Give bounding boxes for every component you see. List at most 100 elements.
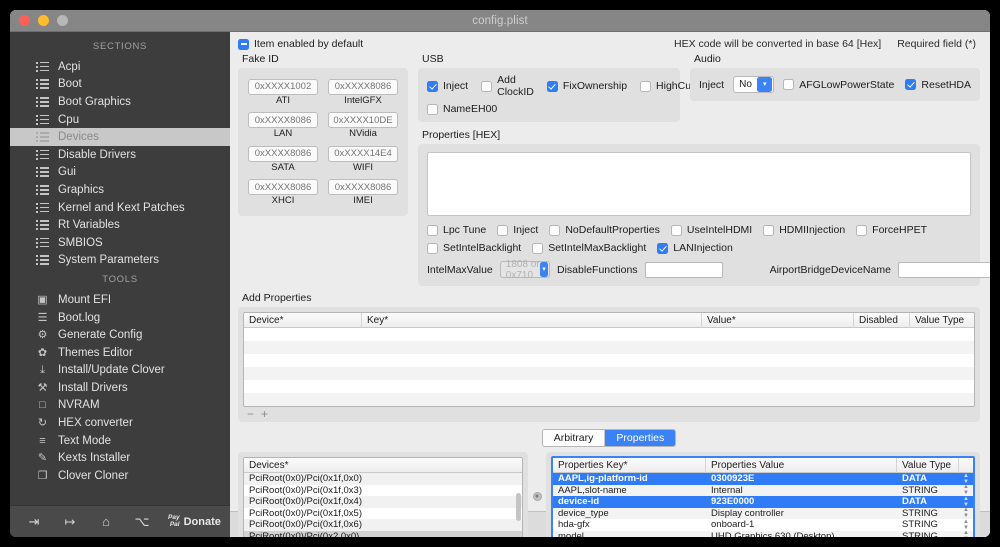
sidebar-item-gui[interactable]: Gui [10, 164, 230, 182]
audio-inject-select[interactable]: No ▾ [733, 76, 775, 93]
import-button[interactable]: ⇥ [16, 506, 52, 538]
column-header-key[interactable]: Key* [362, 313, 702, 328]
usb-inject-checkbox[interactable]: Inject [427, 74, 468, 98]
item-enabled-by-default-checkbox[interactable]: Item enabled by default [238, 38, 363, 50]
column-header-value[interactable]: Value* [702, 313, 854, 328]
sidebar-tool-clover-cloner[interactable]: ❐ Clover Cloner [10, 467, 230, 485]
fake-id-input-xhci[interactable] [248, 179, 318, 195]
sidebar-tool-kexts-installer[interactable]: ✎ Kexts Installer [10, 449, 230, 467]
tab-properties[interactable]: Properties [605, 430, 676, 446]
donate-button[interactable]: Pay Pal Donate [168, 514, 221, 528]
fake-id-input-imei[interactable] [328, 179, 398, 195]
hex-laninjection-checkbox[interactable]: LANInjection [657, 242, 733, 254]
hex-setintelbacklight-checkbox[interactable]: SetIntelBacklight [427, 242, 521, 254]
sidebar-item-graphics[interactable]: Graphics [10, 181, 230, 199]
column-header-value-type[interactable]: Value Type [910, 313, 974, 328]
share-button[interactable]: ⌥ [124, 506, 160, 538]
sidebar-item-smbios[interactable]: SMBIOS [10, 234, 230, 252]
sidebar-item-boot[interactable]: Boot [10, 76, 230, 94]
usb-fixownership-checkbox[interactable]: FixOwnership [546, 74, 627, 98]
audio-afglowpowerstate-checkbox[interactable]: AFGLowPowerState [783, 79, 894, 91]
airport-bridge-input[interactable] [897, 261, 990, 278]
hex-nodefaultproperties-checkbox[interactable]: NoDefaultProperties [549, 224, 660, 236]
hex-hdmiinjection-checkbox[interactable]: HDMIInjection [763, 224, 845, 236]
sidebar-tool-mount-efi[interactable]: ▣ Mount EFI [10, 291, 230, 309]
export-button[interactable]: ↦ [52, 506, 88, 538]
sidebar-item-rt-variables[interactable]: Rt Variables [10, 216, 230, 234]
intel-max-value-select[interactable]: 1808 or 0x710 ▾ [499, 259, 551, 281]
properties-row[interactable]: AAPL,ig-platform-id 0300923E DATA ▲ ▼ [553, 473, 973, 485]
properties-hex-textarea[interactable] [427, 152, 971, 216]
hex-setintelmaxbacklight-checkbox[interactable]: SetIntelMaxBacklight [532, 242, 646, 254]
hex-inject-checkbox[interactable]: Inject [497, 224, 538, 236]
value-type-stepper-icon[interactable]: ▲▼ [959, 519, 973, 531]
table-row[interactable] [244, 341, 974, 354]
sidebar-tool-boot-log[interactable]: ☰ Boot.log [10, 309, 230, 327]
sidebar-tool-install-update-clover[interactable]: ⤓ Install/Update Clover [10, 362, 230, 380]
tab-arbitrary[interactable]: Arbitrary [542, 430, 606, 446]
sidebar-item-cpu[interactable]: Cpu [10, 111, 230, 129]
column-header-disabled[interactable]: Disabled [854, 313, 910, 328]
fake-id-cell-nvidia: NVidia [328, 110, 398, 141]
column-header-device[interactable]: Device* [244, 313, 362, 328]
table-row[interactable] [244, 380, 974, 393]
column-header-value-type[interactable]: Value Type [897, 458, 959, 473]
properties-row[interactable]: model UHD Graphics 630 (Desktop) STRING ▲▼ [553, 530, 973, 537]
sidebar-item-system-parameters[interactable]: System Parameters [10, 252, 230, 270]
device-row[interactable]: PciRoot(0x0)/Pci(0x1f,0x6) [244, 519, 522, 531]
add-property-button[interactable]: + [261, 408, 268, 420]
column-header-properties-value[interactable]: Properties Value [706, 458, 897, 473]
table-row[interactable] [244, 328, 974, 341]
sidebar-item-devices[interactable]: Devices [10, 128, 230, 146]
fake-id-input-lan[interactable] [248, 112, 318, 128]
hex-lpc-tune-checkbox[interactable]: Lpc Tune [427, 224, 486, 236]
sidebar-item-disable-drivers[interactable]: Disable Drivers [10, 146, 230, 164]
sidebar-tool-nvram[interactable]: □ NVRAM [10, 397, 230, 415]
remove-property-button[interactable]: − [247, 408, 254, 420]
sidebar-tool-install-drivers[interactable]: ⚒ Install Drivers [10, 379, 230, 397]
sidebar-item-boot-graphics[interactable]: Boot Graphics [10, 93, 230, 111]
device-row[interactable]: PciRoot(0x0)/Pci(0x2,0x0) [244, 530, 522, 537]
home-button[interactable]: ⌂ [88, 506, 124, 538]
sidebar-tool-text-mode[interactable]: ≡ Text Mode [10, 432, 230, 450]
properties-row[interactable]: hda-gfx onboard-1 STRING ▲ ▼ [553, 519, 973, 531]
device-row[interactable]: PciRoot(0x0)/Pci(0x1f,0x3) [244, 484, 522, 496]
devices-list[interactable]: Devices* PciRoot(0x0)/Pci(0x1f,0x0) PciRo… [243, 457, 523, 537]
device-row[interactable]: PciRoot(0x0)/Pci(0x1f,0x4) [244, 496, 522, 508]
usb-nameeh00-checkbox[interactable]: NameEH00 [427, 103, 497, 115]
checkbox-box [427, 224, 438, 236]
sidebar-item-acpi[interactable]: Acpi [10, 58, 230, 76]
table-row[interactable] [244, 354, 974, 367]
table-row[interactable] [244, 367, 974, 380]
sidebar-item-kernel-and-kext-patches[interactable]: Kernel and Kext Patches [10, 199, 230, 217]
table-row[interactable] [244, 393, 974, 406]
add-properties-table[interactable]: Device* Key* Value* Disabled Value Type [243, 312, 975, 407]
disable-functions-input[interactable] [644, 261, 723, 278]
hex-forcehpet-checkbox[interactable]: ForceHPET [856, 224, 927, 236]
fake-id-input-nvidia[interactable] [328, 112, 398, 128]
value-type-stepper-icon[interactable]: ▲▼ [959, 530, 973, 537]
properties-row[interactable]: device_type Display controller STRING ▲ ▼ [553, 507, 973, 519]
properties-table[interactable]: Properties Key* Properties Value Value Typ… [551, 456, 975, 537]
sidebar-tool-label: Install/Update Clover [58, 364, 165, 377]
value-type-stepper-icon[interactable]: ▲▼ [959, 507, 973, 519]
fake-id-input-sata[interactable] [248, 145, 318, 162]
fake-id-input-intelgfx[interactable] [328, 78, 398, 95]
hex-useintelhdmi-checkbox[interactable]: UseIntelHDMI [670, 224, 752, 236]
properties-row[interactable]: device-id 923E0000 DATA ▲ ▼ [553, 496, 973, 508]
devices-scrollbar[interactable] [516, 493, 521, 521]
fake-id-input-wifi[interactable] [328, 145, 398, 162]
device-row[interactable]: PciRoot(0x0)/Pci(0x1f,0x5) [244, 507, 522, 519]
usb-add-clockid-checkbox[interactable]: Add ClockID [481, 74, 534, 98]
audio-resethda-checkbox[interactable]: ResetHDA [905, 79, 971, 91]
column-header-properties-key[interactable]: Properties Key* [553, 458, 706, 473]
value-type-stepper-icon[interactable]: ▲▼ [959, 496, 973, 508]
device-row[interactable]: PciRoot(0x0)/Pci(0x1f,0x0) [244, 473, 522, 485]
sidebar-tool-hex-converter[interactable]: ↻ HEX converter [10, 414, 230, 432]
value-type-stepper-icon[interactable]: ▲▼ [959, 473, 973, 485]
properties-row[interactable]: AAPL,slot-name Internal STRING ▲ ▼ [553, 484, 973, 496]
sidebar-tool-generate-config[interactable]: ⚙ Generate Config [10, 326, 230, 344]
fake-id-input-ati[interactable] [248, 78, 318, 95]
sidebar-tool-themes-editor[interactable]: ✿ Themes Editor [10, 344, 230, 362]
value-type-stepper-icon[interactable]: ▲▼ [959, 484, 973, 496]
